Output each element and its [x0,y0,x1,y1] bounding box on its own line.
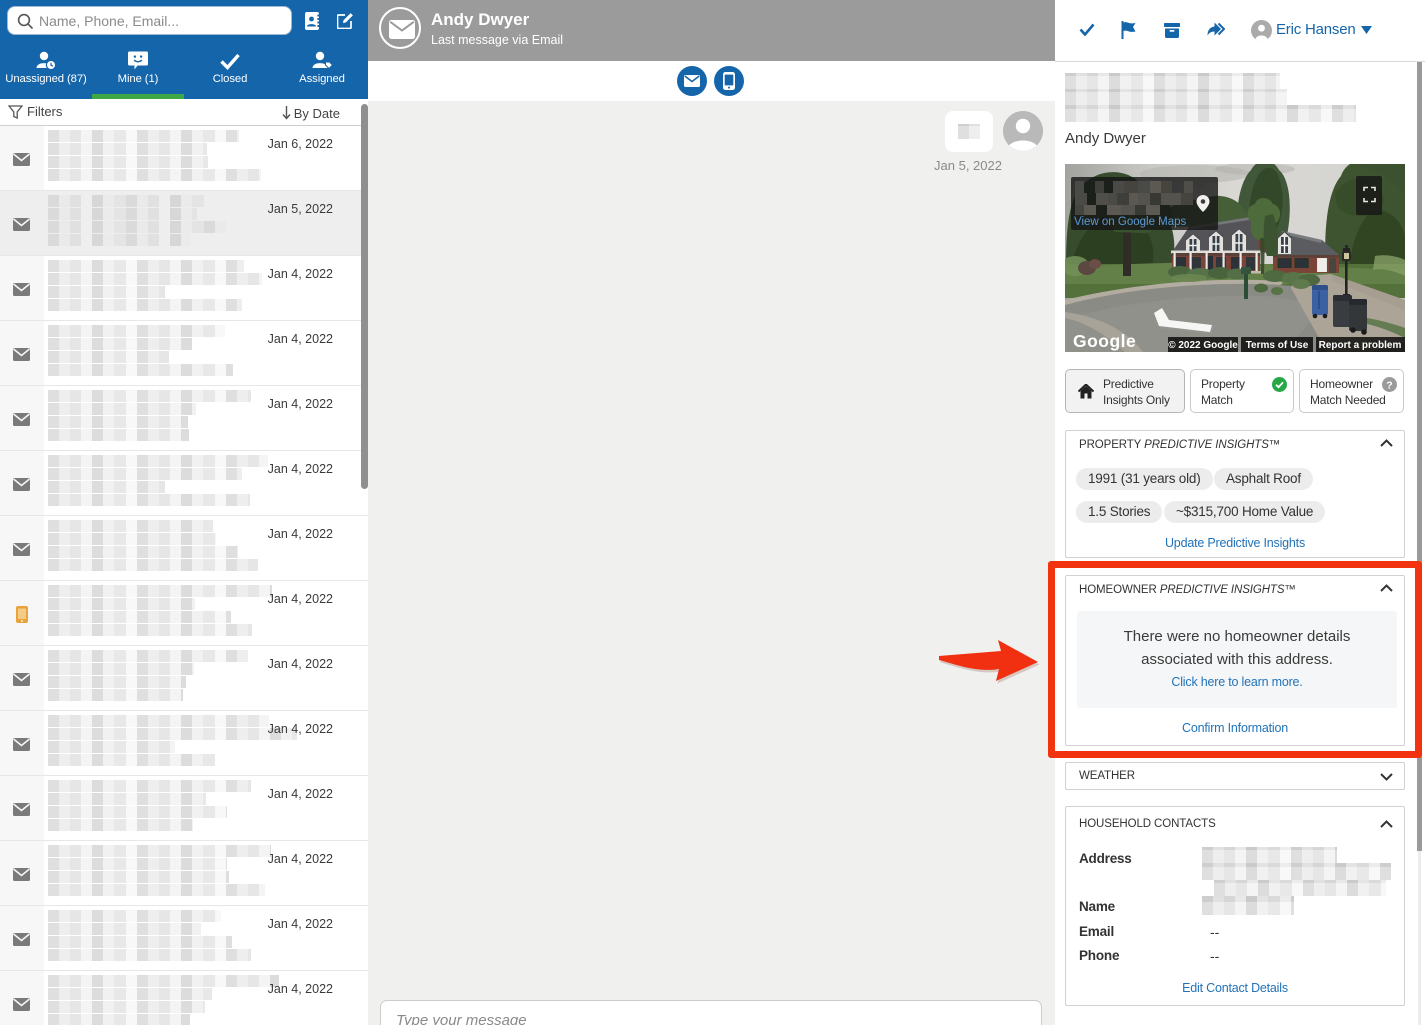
svg-text:Terms of Use: Terms of Use [1246,340,1309,351]
svg-text:© 2022 Google: © 2022 Google [1168,340,1238,351]
svg-text:?: ? [1386,379,1392,391]
svg-text:View on Google Maps: View on Google Maps [1074,216,1187,228]
svg-text:Report a problem: Report a problem [1319,340,1402,351]
svg-text:Google: Google [1073,331,1136,351]
